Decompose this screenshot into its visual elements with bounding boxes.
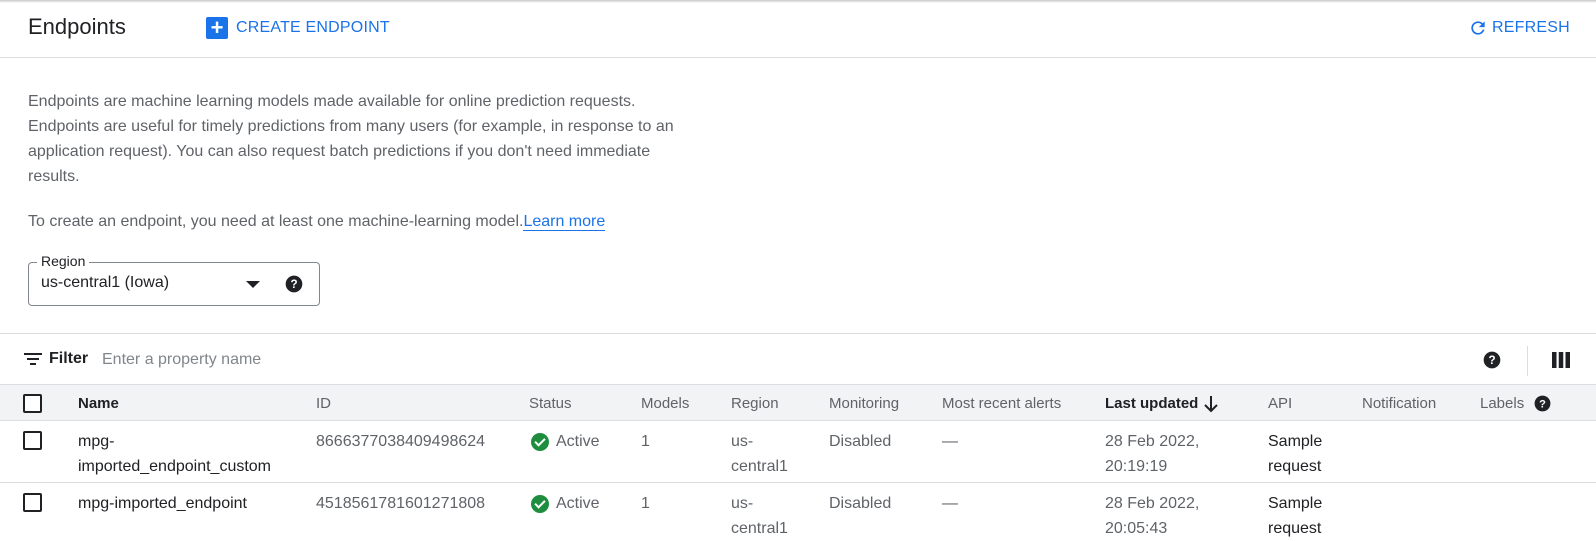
api-line: Sample xyxy=(1268,433,1323,450)
column-display-icon[interactable] xyxy=(1552,352,1570,368)
svg-text:?: ? xyxy=(1539,398,1546,410)
endpoint-name[interactable]: mpg-imported_endpoint xyxy=(78,491,247,516)
dropdown-arrow-icon[interactable] xyxy=(246,281,260,288)
filter-icon[interactable] xyxy=(24,352,42,366)
page-header: Endpoints + CREATE ENDPOINT REFRESH xyxy=(0,0,1596,58)
api-line: request xyxy=(1268,458,1322,475)
endpoint-region: us-central1 xyxy=(731,429,788,479)
table-header: Name ID Status Models Region Monitoring … xyxy=(0,385,1596,421)
section-divider xyxy=(0,333,1596,334)
endpoints-description: Endpoints are machine learning models ma… xyxy=(28,93,674,185)
endpoint-id: 4518561781601271808 xyxy=(316,495,486,512)
column-header-monitoring[interactable]: Monitoring xyxy=(829,395,899,412)
sort-descending-icon[interactable] xyxy=(1203,394,1219,414)
table-row[interactable]: mpg-imported_endpoint 451856178160127180… xyxy=(0,483,1596,541)
endpoint-name-line: mpg-imported_endpoint xyxy=(78,495,247,512)
model-requirement-label: To create an endpoint, you need at least… xyxy=(28,213,524,230)
status-text: Active xyxy=(556,433,600,450)
last-updated-line: 20:05:43 xyxy=(1105,520,1168,537)
column-header-models[interactable]: Models xyxy=(641,395,689,412)
column-header-last-updated[interactable]: Last updated xyxy=(1105,395,1198,412)
help-icon[interactable]: ? xyxy=(284,274,304,294)
status-badge: Active xyxy=(531,491,600,516)
models-count: 1 xyxy=(641,433,650,450)
refresh-icon xyxy=(1471,21,1485,35)
toolbar-separator xyxy=(1527,346,1528,376)
monitoring-status: Disabled xyxy=(829,495,892,512)
region-line: us- xyxy=(731,433,754,450)
endpoint-name[interactable]: mpg-imported_endpoint_custom xyxy=(78,429,271,479)
endpoint-name-line: imported_endpoint_custom xyxy=(78,458,272,475)
region-label: Region xyxy=(37,253,90,269)
filter-bar: Filter ? xyxy=(0,338,1596,385)
recent-alerts: — xyxy=(942,433,958,450)
region-value: us-central1 (Iowa) xyxy=(41,274,170,291)
svg-text:?: ? xyxy=(290,278,297,291)
create-endpoint-button[interactable]: + CREATE ENDPOINT xyxy=(206,16,390,40)
api-line: request xyxy=(1268,520,1322,537)
last-updated: 28 Feb 2022, 20:05:43 xyxy=(1105,491,1199,541)
select-all-checkbox[interactable] xyxy=(23,394,42,413)
region-select[interactable]: Region us-central1 (Iowa) ? xyxy=(28,253,320,306)
sample-request-link[interactable]: Sample request xyxy=(1268,491,1322,541)
page-title: Endpoints xyxy=(28,14,126,39)
svg-text:?: ? xyxy=(1488,354,1495,367)
help-icon[interactable]: ? xyxy=(1533,394,1552,413)
last-updated-line: 28 Feb 2022, xyxy=(1105,495,1200,512)
endpoint-id: 8666377038409498624 xyxy=(316,433,486,450)
column-header-id[interactable]: ID xyxy=(316,395,331,412)
last-updated-line: 28 Feb 2022, xyxy=(1105,433,1200,450)
api-line: Sample xyxy=(1268,495,1323,512)
help-icon[interactable]: ? xyxy=(1482,350,1502,370)
table-row[interactable]: mpg-imported_endpoint_custom 86663770384… xyxy=(0,421,1596,483)
last-updated: 28 Feb 2022, 20:19:19 xyxy=(1105,429,1199,479)
region-line: us- xyxy=(731,495,754,512)
column-header-api[interactable]: API xyxy=(1268,395,1292,412)
status-text: Active xyxy=(556,495,600,512)
column-header-region[interactable]: Region xyxy=(731,395,779,412)
model-requirement-text: To create an endpoint, you need at least… xyxy=(28,209,606,234)
region-line: central1 xyxy=(731,520,788,537)
check-circle-icon xyxy=(531,432,549,451)
learn-more-link[interactable]: Learn more xyxy=(523,213,606,231)
sample-request-link[interactable]: Sample request xyxy=(1268,429,1322,479)
endpoint-region: us-central1 xyxy=(731,491,788,541)
column-header-status[interactable]: Status xyxy=(529,395,572,412)
models-count: 1 xyxy=(641,495,650,512)
endpoint-name-line: mpg- xyxy=(78,433,115,450)
check-circle-icon xyxy=(531,494,549,513)
row-checkbox[interactable] xyxy=(23,493,42,512)
column-header-notification[interactable]: Notification xyxy=(1362,395,1436,412)
row-checkbox[interactable] xyxy=(23,431,42,450)
refresh-button[interactable]: REFRESH xyxy=(1468,16,1570,40)
last-updated-line: 20:19:19 xyxy=(1105,458,1168,475)
filter-input[interactable] xyxy=(102,346,702,374)
column-header-alerts[interactable]: Most recent alerts xyxy=(942,395,1061,412)
column-header-name[interactable]: Name xyxy=(78,395,119,412)
filter-label: Filter xyxy=(49,350,89,367)
column-header-labels[interactable]: Labels xyxy=(1480,395,1524,412)
recent-alerts: — xyxy=(942,495,958,512)
region-line: central1 xyxy=(731,458,788,475)
status-badge: Active xyxy=(531,429,600,454)
monitoring-status: Disabled xyxy=(829,433,892,450)
create-endpoint-label: CREATE ENDPOINT xyxy=(236,19,390,36)
refresh-label: REFRESH xyxy=(1492,19,1570,36)
plus-icon: + xyxy=(206,17,228,39)
